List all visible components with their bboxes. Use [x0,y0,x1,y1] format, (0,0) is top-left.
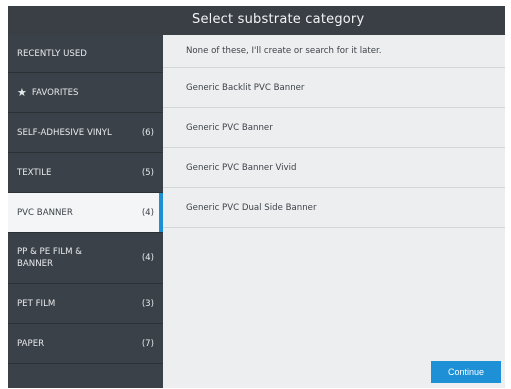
sidebar-item-label: SELF-ADHESIVE VINYL [17,127,112,138]
list-item[interactable]: Generic Backlit PVC Banner [163,68,505,108]
substrate-list: None of these, I'll create or search for… [163,35,505,388]
sidebar-item-count: (3) [141,298,154,309]
sidebar-item-count: (5) [141,167,154,178]
list-item-label: Generic Backlit PVC Banner [186,82,305,93]
sidebar-item-label: TEXTILE [17,167,52,178]
page-title: Select substrate category [192,12,365,27]
sidebar-item-label-wrap: ★ FAVORITES [17,73,79,112]
sidebar-item-pp-pe-film-banner[interactable]: PP & PE FILM & BANNER (4) [8,233,163,284]
sidebar-item-label: PET FILM [17,298,56,309]
sidebar-item-recently-used[interactable]: RECENTLY USED [8,35,163,73]
list-item[interactable]: Generic PVC Dual Side Banner [163,188,505,228]
sidebar-item-self-adhesive-vinyl[interactable]: SELF-ADHESIVE VINYL (6) [8,113,163,153]
continue-button[interactable]: Continue [431,361,501,383]
sidebar-item-count: (6) [141,127,154,138]
sidebar-item-count: (4) [141,253,154,263]
category-sidebar: RECENTLY USED ★ FAVORITES SELF-ADHESIVE … [8,35,163,388]
sidebar-item-count: (7) [141,338,154,349]
device-frame: Select substrate category RECENTLY USED … [0,0,511,389]
sidebar-item-label: PAPER [17,338,45,349]
list-item-label: Generic PVC Banner Vivid [186,162,297,173]
list-item[interactable]: Generic PVC Banner Vivid [163,148,505,188]
list-item-none[interactable]: None of these, I'll create or search for… [163,35,505,68]
sidebar-item-label: PVC BANNER [17,207,73,218]
printer-screen: Select substrate category RECENTLY USED … [8,6,505,388]
sidebar-item-paper[interactable]: PAPER (7) [8,324,163,364]
star-icon: ★ [17,85,27,99]
title-bar: Select substrate category [8,6,505,35]
sidebar-item-textile[interactable]: TEXTILE (5) [8,153,163,193]
list-item-label: None of these, I'll create or search for… [186,46,382,56]
sidebar-item-count: (4) [141,207,154,218]
sidebar-item-label: FAVORITES [31,87,79,98]
sidebar-item-pvc-banner[interactable]: PVC BANNER (4) [8,193,163,233]
list-item-label: Generic PVC Banner [186,122,273,133]
list-item-label: Generic PVC Dual Side Banner [186,202,317,213]
sidebar-item-label: RECENTLY USED [17,48,87,59]
sidebar-item-pet-film[interactable]: PET FILM (3) [8,284,163,324]
list-item[interactable]: Generic PVC Banner [163,108,505,148]
sidebar-item-favorites[interactable]: ★ FAVORITES [8,73,163,113]
sidebar-item-label: PP & PE FILM & BANNER [17,247,82,269]
